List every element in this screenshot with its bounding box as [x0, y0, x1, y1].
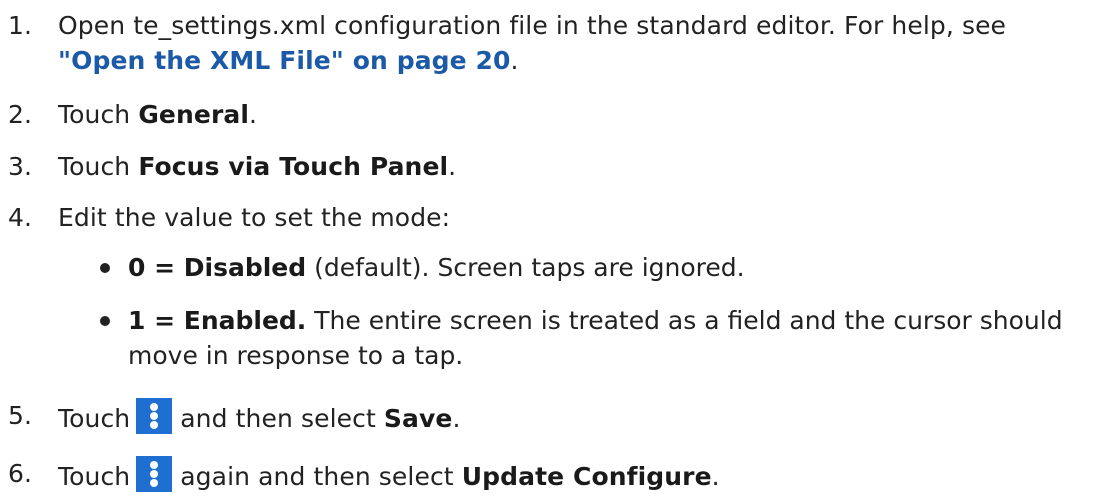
- step-number: 3.: [8, 152, 33, 181]
- step-number: 2.: [8, 100, 33, 129]
- step-text: Open te_settings.xml configuration file …: [58, 8, 1006, 78]
- bullet-bold: 1 = Enabled.: [128, 306, 307, 335]
- step-text: Touch General.: [58, 97, 257, 132]
- step-text-part-2: and then select: [180, 404, 384, 433]
- step-1: 1. Open te_settings.xml configuration fi…: [0, 8, 1107, 78]
- bullet-dot: [100, 263, 110, 273]
- step-number: 6.: [8, 459, 33, 488]
- step-text: Touch again and then select Update Config…: [58, 456, 720, 494]
- step-text: Edit the value to set the mode:: [58, 203, 451, 232]
- step-text-part: Open te_settings.xml configuration file …: [58, 11, 1007, 40]
- general-label: General: [138, 100, 250, 129]
- update-configure-label: Update Configure: [461, 462, 712, 491]
- step-text-part-2: again and then select: [180, 462, 462, 491]
- step-text: Touch and then select Save.: [58, 398, 460, 436]
- step-text-part: Touch: [58, 100, 139, 129]
- step-text-end: .: [448, 152, 457, 181]
- step-text-end: .: [452, 404, 461, 433]
- step-number: 4.: [8, 203, 33, 232]
- bullet-item-disabled: 0 = Disabled (default). Screen taps are …: [0, 250, 1107, 285]
- step-text-part: Touch: [58, 404, 131, 433]
- bullet-rest-line2: move in response to a tap.: [128, 341, 464, 370]
- xml-file-link[interactable]: "Open the XML File" on page 20: [58, 46, 511, 75]
- step-text-end: .: [711, 462, 720, 491]
- bullet-item-enabled: 1 = Enabled. The entire screen is treate…: [0, 303, 1107, 373]
- step-number: 1.: [8, 11, 33, 40]
- bullet-text: 0 = Disabled (default). Screen taps are …: [128, 250, 745, 285]
- save-label: Save: [383, 404, 453, 433]
- document-page: 1. Open te_settings.xml configuration fi…: [0, 0, 1107, 497]
- bullet-text: 1 = Enabled. The entire screen is treate…: [128, 303, 1063, 373]
- bullet-bold: 0 = Disabled: [128, 253, 307, 282]
- step-text-end: .: [510, 46, 519, 75]
- bullet-rest: (default). Screen taps are ignored.: [306, 253, 745, 282]
- bullet-dot: [100, 316, 110, 326]
- bullet-rest: The entire screen is treated as a field …: [306, 306, 1063, 335]
- step-text-part: Touch: [58, 462, 131, 491]
- step-text: Touch Focus via Touch Panel.: [58, 149, 456, 184]
- more-vert-icon[interactable]: [136, 456, 173, 492]
- more-vert-icon[interactable]: [136, 398, 173, 434]
- step-text-part: Touch: [58, 152, 139, 181]
- step-text-end: .: [249, 100, 258, 129]
- focus-via-touch-panel-label: Focus via Touch Panel: [138, 152, 449, 181]
- step-number: 5.: [8, 401, 33, 430]
